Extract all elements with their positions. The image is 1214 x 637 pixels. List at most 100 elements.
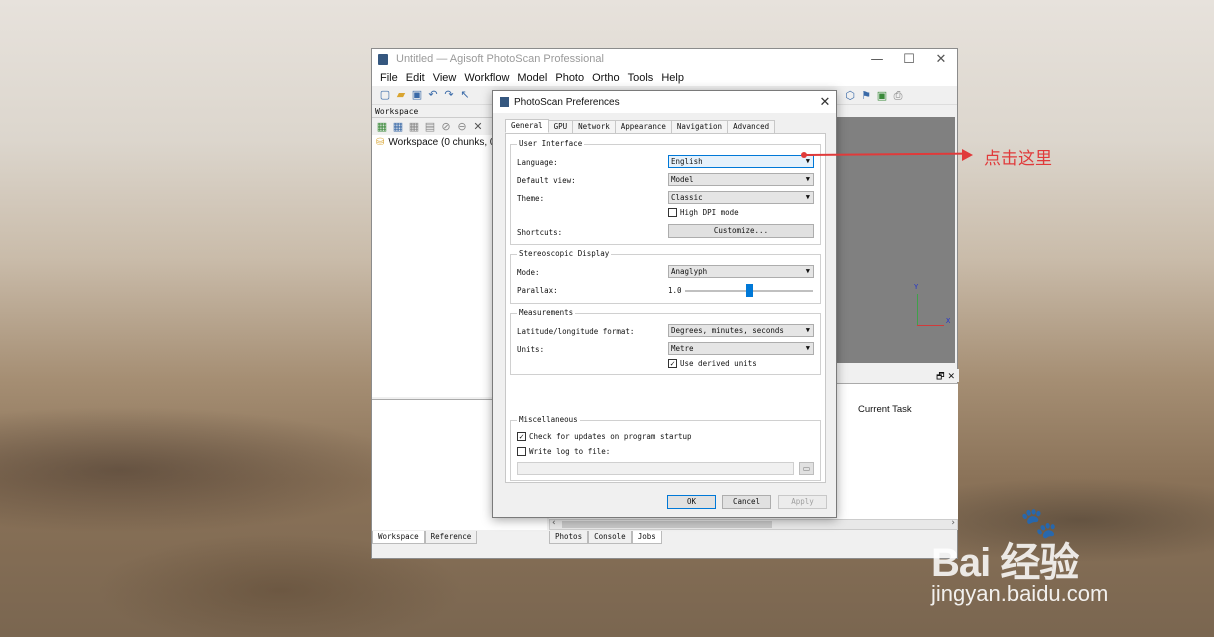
menu-workflow[interactable]: Workflow: [460, 72, 513, 84]
customize-button[interactable]: Customize...: [668, 224, 814, 238]
log-path-input[interactable]: [517, 462, 794, 475]
scroll-left-icon[interactable]: ‹: [552, 518, 556, 528]
redo-icon[interactable]: ↷: [442, 88, 456, 102]
x-axis-label: X: [946, 317, 951, 325]
cancel-button[interactable]: Cancel: [722, 495, 771, 509]
chevron-down-icon: ▼: [805, 193, 810, 201]
open-folder-icon[interactable]: ▰: [394, 88, 408, 102]
menu-tools[interactable]: Tools: [624, 72, 658, 84]
mode-label: Mode:: [517, 268, 540, 277]
theme-select[interactable]: Classic ▼: [668, 191, 814, 204]
chevron-down-icon: ▼: [805, 175, 810, 183]
latlon-format-label: Latitude/longitude format:: [517, 327, 635, 336]
close-button[interactable]: ✕: [925, 52, 957, 67]
bottom-panel-tabs: Photos Console Jobs: [549, 531, 662, 544]
language-label: Language:: [517, 158, 558, 167]
watermark-url: jingyan.baidu.com: [931, 581, 1109, 606]
dialog-title: PhotoScan Preferences: [514, 96, 620, 108]
tab-network[interactable]: Network: [572, 120, 616, 133]
parallax-label: Parallax:: [517, 286, 558, 295]
tab-reference[interactable]: Reference: [424, 531, 478, 544]
menu-ortho[interactable]: Ortho: [588, 72, 624, 84]
browse-folder-icon[interactable]: ▭: [799, 462, 814, 475]
tab-navigation[interactable]: Navigation: [670, 120, 729, 133]
high-dpi-row: High DPI mode: [668, 208, 739, 217]
annotation-arrow-head: [962, 149, 973, 161]
show-images-icon[interactable]: ▣: [875, 89, 889, 103]
write-log-label: Write log to file:: [529, 447, 611, 456]
horizontal-scrollbar[interactable]: ‹ ›: [549, 518, 958, 530]
derived-units-checkbox[interactable]: ✓: [668, 359, 677, 368]
dialog-titlebar: PhotoScan Preferences ✕: [493, 91, 836, 113]
default-view-label: Default view:: [517, 176, 576, 185]
print-icon[interactable]: ⎙: [891, 89, 905, 103]
add-photos-icon[interactable]: ▦: [391, 120, 405, 134]
jobs-panel-header: 🗗 ✕: [835, 369, 959, 382]
menu-file[interactable]: File: [376, 72, 402, 84]
language-select[interactable]: English ▼: [668, 155, 814, 168]
dialog-tabs: General GPU Network Appearance Navigatio…: [505, 119, 776, 133]
scrollbar-thumb[interactable]: [562, 521, 772, 528]
tab-workspace[interactable]: Workspace: [372, 531, 425, 544]
write-log-checkbox[interactable]: [517, 447, 526, 456]
high-dpi-checkbox[interactable]: [668, 208, 677, 217]
general-tab-content: User Interface Language: English ▼ Defau…: [505, 133, 826, 483]
panel-float-close-icon[interactable]: 🗗 ✕: [936, 372, 955, 382]
group-title-user-interface: User Interface: [517, 139, 585, 148]
tab-console[interactable]: Console: [588, 531, 632, 544]
workspace-icon: ⛁: [376, 137, 385, 148]
menu-model[interactable]: Model: [513, 72, 551, 84]
default-view-select[interactable]: Model ▼: [668, 173, 814, 186]
delete-icon[interactable]: ✕: [471, 120, 485, 134]
select-cursor-icon[interactable]: ↖: [458, 88, 472, 102]
parallax-slider-thumb[interactable]: [746, 284, 753, 297]
app-titlebar: Untitled — Agisoft PhotoScan Professiona…: [372, 49, 957, 69]
tab-jobs[interactable]: Jobs: [631, 531, 662, 544]
chevron-down-icon: ▼: [805, 344, 810, 352]
latlon-format-select[interactable]: Degrees, minutes, seconds ▼: [668, 324, 814, 337]
menu-bar: File Edit View Workflow Model Photo Orth…: [372, 69, 957, 86]
add-folder-icon[interactable]: ▦: [407, 120, 421, 134]
tab-photos[interactable]: Photos: [549, 531, 589, 544]
maximize-button[interactable]: ☐: [893, 52, 925, 67]
show-cameras-icon[interactable]: ⬡: [843, 89, 857, 103]
menu-photo[interactable]: Photo: [551, 72, 588, 84]
add-chunk-icon[interactable]: ▦: [375, 120, 389, 134]
chevron-down-icon: ▼: [805, 267, 810, 275]
theme-label: Theme:: [517, 194, 545, 203]
menu-help[interactable]: Help: [657, 72, 688, 84]
scroll-right-icon[interactable]: ›: [951, 518, 955, 528]
left-panel-tabs: Workspace Reference: [372, 531, 478, 544]
toolbar-right: ⬡ ⚑ ▣ ⎙: [843, 89, 905, 103]
tab-appearance[interactable]: Appearance: [614, 120, 672, 133]
ok-button[interactable]: OK: [667, 495, 716, 509]
photoscan-icon: [378, 53, 388, 65]
stereo-mode-value: Anaglyph: [671, 267, 708, 276]
annotation-text: 点击这里: [984, 149, 1052, 169]
merge-chunks-icon[interactable]: ▤: [423, 120, 437, 134]
show-markers-icon[interactable]: ⚑: [859, 89, 873, 103]
group-title-miscellaneous: Miscellaneous: [517, 415, 580, 424]
disable-icon[interactable]: ⊘: [439, 120, 453, 134]
remove-icon[interactable]: ⊖: [455, 120, 469, 134]
derived-units-row: ✓ Use derived units: [668, 359, 757, 368]
group-title-measurements: Measurements: [517, 308, 576, 317]
apply-button[interactable]: Apply: [778, 495, 827, 509]
stereo-mode-select[interactable]: Anaglyph ▼: [668, 265, 814, 278]
minimize-button[interactable]: —: [861, 52, 893, 67]
tab-gpu[interactable]: GPU: [547, 120, 574, 133]
theme-value: Classic: [671, 193, 703, 202]
tab-advanced[interactable]: Advanced: [727, 120, 776, 133]
dialog-close-button[interactable]: ✕: [814, 95, 836, 110]
preferences-dialog: PhotoScan Preferences ✕ General GPU Netw…: [492, 90, 837, 518]
save-icon[interactable]: ▣: [410, 88, 424, 102]
check-updates-checkbox[interactable]: ✓: [517, 432, 526, 441]
default-view-value: Model: [671, 175, 694, 184]
new-file-icon[interactable]: ▢: [378, 88, 392, 102]
stereoscopic-group: Stereoscopic Display Mode: Anaglyph ▼ Pa…: [510, 249, 821, 304]
units-select[interactable]: Metre ▼: [668, 342, 814, 355]
menu-edit[interactable]: Edit: [402, 72, 429, 84]
tab-general[interactable]: General: [505, 119, 549, 133]
menu-view[interactable]: View: [429, 72, 461, 84]
undo-icon[interactable]: ↶: [426, 88, 440, 102]
